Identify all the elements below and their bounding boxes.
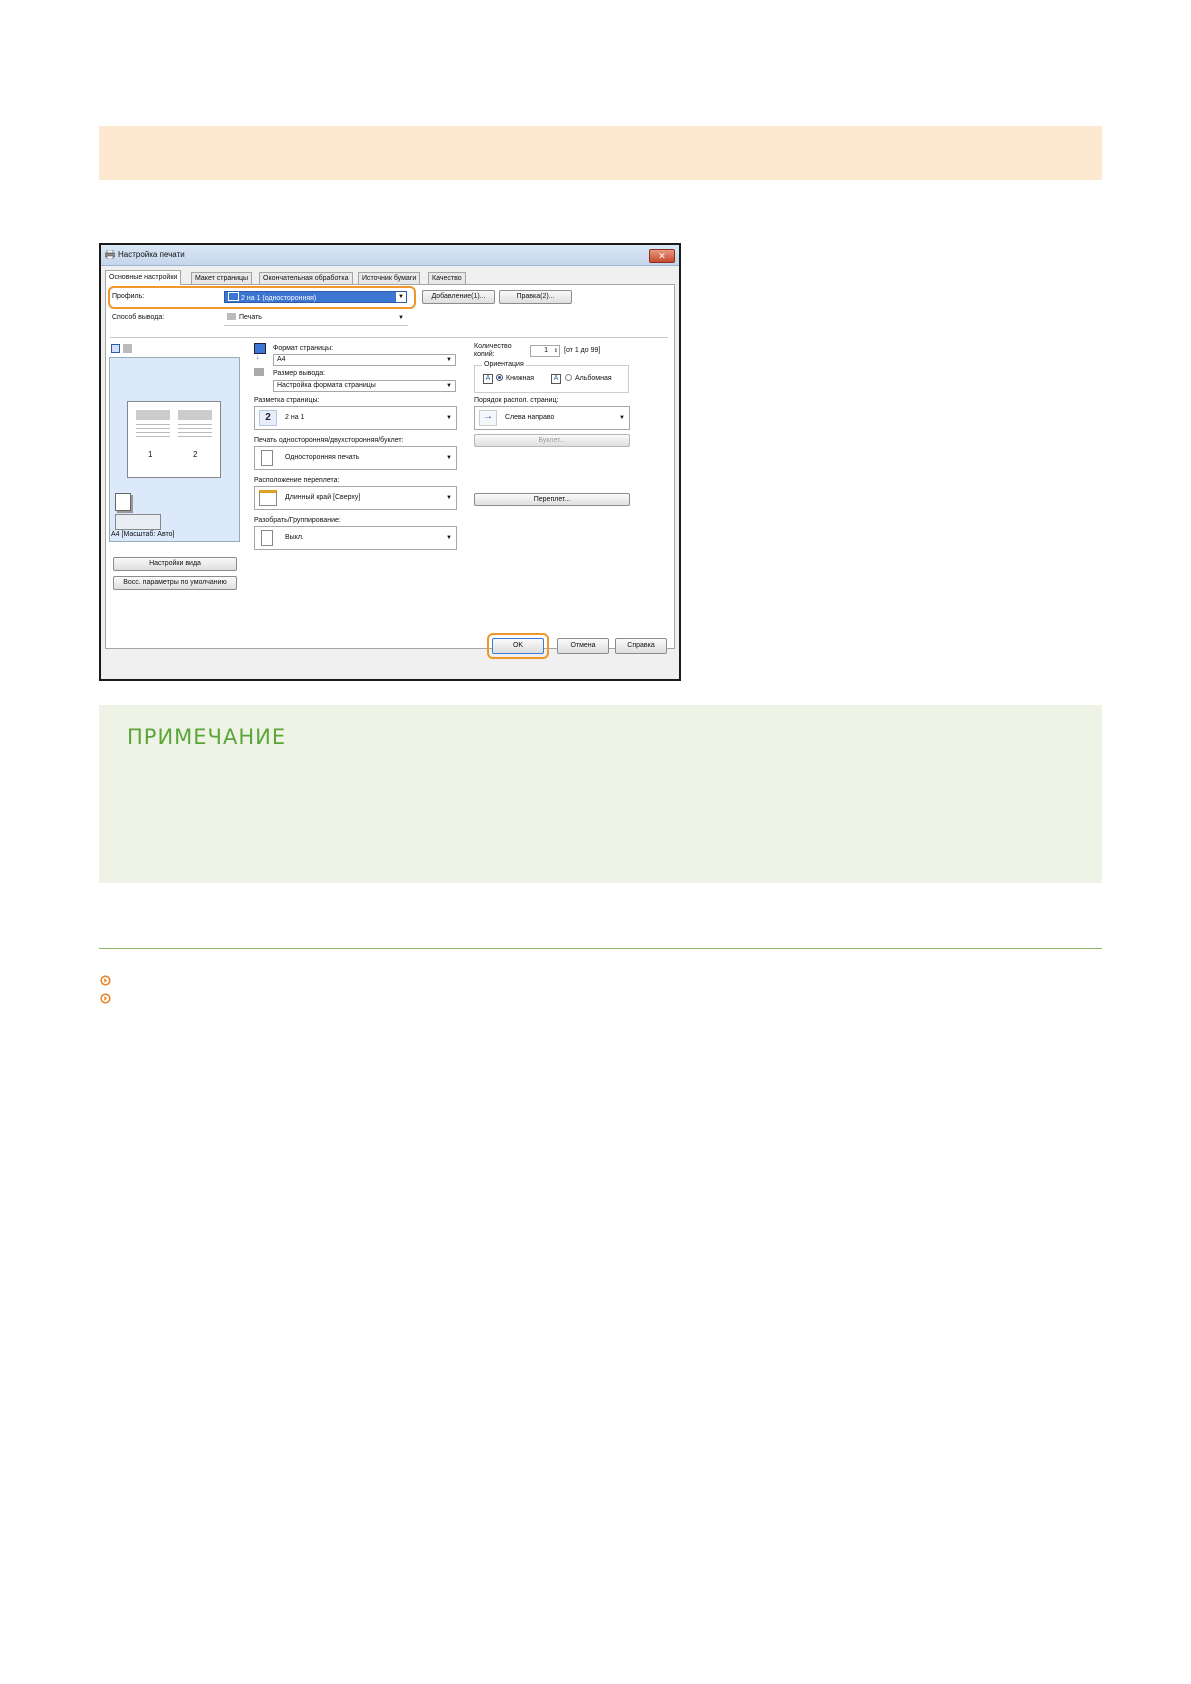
tab-finishing[interactable]: Окончательная обработка xyxy=(259,272,353,284)
layout-2-in-1-icon: 2 xyxy=(259,410,277,426)
copies-range: [от 1 до 99] xyxy=(564,347,601,354)
output-method-select[interactable]: Печать ▼ xyxy=(224,313,407,325)
restore-defaults-button[interactable]: Восс. параметры по умолчанию xyxy=(113,576,237,590)
preview-page-number: 2 xyxy=(193,450,198,459)
output-method-value: Печать xyxy=(239,314,262,321)
page-size-icon xyxy=(254,343,266,354)
binding-select[interactable]: Длинный край [Сверху] ▼ xyxy=(254,486,457,510)
page-size-select[interactable]: A4 ▼ xyxy=(273,354,456,366)
close-icon: ✕ xyxy=(658,251,666,261)
booklet-button[interactable]: Буклет... xyxy=(474,434,630,447)
arrow-down-icon: ↓ xyxy=(256,354,260,361)
portrait-icon: A xyxy=(483,374,493,384)
chevron-down-icon: ▼ xyxy=(446,383,452,389)
page-preview: 1 2 xyxy=(109,357,240,542)
chevron-down-icon: ▼ xyxy=(398,315,404,321)
output-size-value: Настройка формата страницы xyxy=(277,382,376,389)
link-arrow-icon[interactable] xyxy=(100,975,111,986)
duplex-value: Односторонняя печать xyxy=(285,454,360,461)
copies-label-line2: копий: xyxy=(474,351,495,358)
chevron-down-icon: ▼ xyxy=(446,495,452,501)
copies-label: Количество копий: xyxy=(474,343,512,359)
page-order-select[interactable]: → Слева направо ▼ xyxy=(474,406,630,430)
header-band xyxy=(99,126,1102,180)
collate-value: Выкл. xyxy=(285,534,304,541)
close-button[interactable]: ✕ xyxy=(649,249,675,263)
dialog-title: Настройка печати xyxy=(118,250,185,259)
duplex-select[interactable]: Односторонняя печать ▼ xyxy=(254,446,457,470)
divider xyxy=(224,325,408,326)
cancel-button[interactable]: Отмена xyxy=(557,638,609,654)
page-layout-select[interactable]: 2 2 на 1 ▼ xyxy=(254,406,457,430)
profile-highlight xyxy=(108,286,416,309)
preview-page-view-icon[interactable] xyxy=(111,344,120,353)
page-layout-label: Разметка страницы: xyxy=(254,397,320,404)
duplex-label: Печать односторонняя/двухсторонняя/букле… xyxy=(254,437,404,444)
copies-value: 1 xyxy=(544,347,548,354)
edit-profile-button[interactable]: Правка(2)... xyxy=(499,290,572,304)
dialog-titlebar: Настройка печати ✕ xyxy=(101,245,679,266)
long-edge-top-icon xyxy=(259,490,277,506)
tab-paper-source[interactable]: Источник бумаги xyxy=(358,272,421,284)
page-size-value: A4 xyxy=(277,356,286,363)
print-settings-dialog: Настройка печати ✕ Основные настройки Ма… xyxy=(99,243,681,681)
orientation-label: Ориентация xyxy=(482,361,526,368)
help-button[interactable]: Справка xyxy=(615,638,667,654)
preview-caption: A4 [Масштаб: Авто] xyxy=(111,531,175,538)
binding-label: Расположение переплета: xyxy=(254,477,340,484)
ok-button[interactable]: OK xyxy=(492,638,544,654)
tab-basic-settings[interactable]: Основные настройки xyxy=(105,270,182,285)
add-profile-button[interactable]: Добавление(1)... xyxy=(422,290,495,304)
separator-line xyxy=(99,948,1102,949)
output-size-select[interactable]: Настройка формата страницы ▼ xyxy=(273,380,456,392)
page-layout-value: 2 на 1 xyxy=(285,414,305,421)
landscape-icon: A xyxy=(551,374,561,384)
left-to-right-icon: → xyxy=(479,410,497,426)
preview-printer-view-icon[interactable] xyxy=(123,344,132,353)
gutter-button[interactable]: Переплет... xyxy=(474,493,630,506)
output-size-icon xyxy=(254,368,264,376)
collate-off-icon xyxy=(261,530,273,546)
link-arrow-icon[interactable] xyxy=(100,993,111,1004)
staple-mode-icon[interactable] xyxy=(115,514,161,530)
page-order-label: Порядок распол. страниц: xyxy=(474,397,559,404)
printer-icon xyxy=(105,250,115,259)
single-sided-icon xyxy=(261,450,273,466)
portrait-label: Книжная xyxy=(506,375,535,382)
note-box: ПРИМЕЧАНИЕ xyxy=(99,705,1102,883)
copies-label-line1: Количество xyxy=(474,343,512,350)
chevron-down-icon: ▼ xyxy=(619,415,625,421)
preview-page: 1 2 xyxy=(127,401,221,478)
collate-label: Разобрать/Группирование: xyxy=(254,517,341,524)
collate-select[interactable]: Выкл. ▼ xyxy=(254,526,457,550)
output-method-label: Способ вывода: xyxy=(112,314,165,321)
chevron-down-icon: ▼ xyxy=(446,415,452,421)
page-size-label: Формат страницы: xyxy=(273,345,334,352)
portrait-radio[interactable] xyxy=(496,374,503,381)
tab-quality[interactable]: Качество xyxy=(428,272,466,284)
spinner-arrows-icon[interactable]: ⇕ xyxy=(554,346,558,356)
note-title: ПРИМЕЧАНИЕ xyxy=(127,725,287,749)
preview-page-number: 1 xyxy=(148,450,153,459)
view-settings-button[interactable]: Настройки вида xyxy=(113,557,237,571)
output-size-label: Размер вывода: xyxy=(273,370,326,377)
landscape-label: Альбомная xyxy=(575,375,612,382)
binding-value: Длинный край [Сверху] xyxy=(285,494,361,501)
printer-icon xyxy=(227,313,236,320)
chevron-down-icon: ▼ xyxy=(446,455,452,461)
tab-page-layout[interactable]: Макет страницы xyxy=(191,272,253,284)
chevron-down-icon: ▼ xyxy=(446,535,452,541)
divider xyxy=(110,337,668,338)
chevron-down-icon: ▼ xyxy=(446,357,452,363)
copies-spinner[interactable]: 1 ⇕ xyxy=(530,345,560,357)
page-order-value: Слева направо xyxy=(505,414,555,421)
landscape-radio[interactable] xyxy=(565,374,572,381)
copies-stack-icon xyxy=(115,493,131,511)
basic-settings-panel: Профиль: 2 на 1 (односторонняя) ▼ Добавл… xyxy=(105,284,675,649)
